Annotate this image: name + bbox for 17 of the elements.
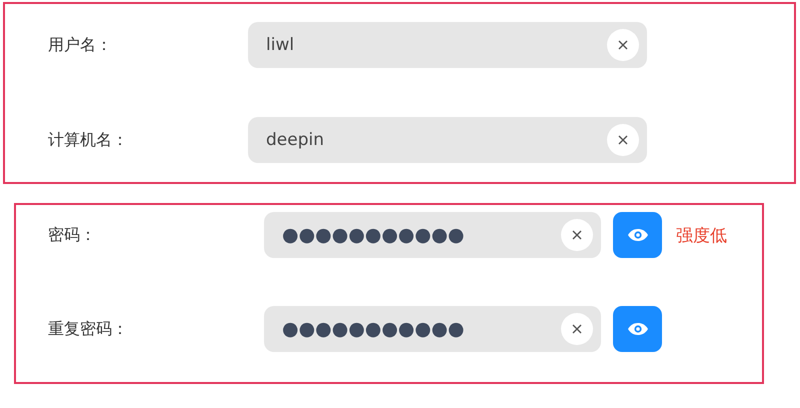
input-field[interactable]: deepin — [248, 117, 647, 163]
field-label: 重复密码： — [48, 318, 129, 340]
input-field[interactable]: liwl — [248, 22, 647, 68]
field-label: 计算机名： — [48, 130, 129, 150]
close-icon — [618, 135, 628, 145]
password-field[interactable]: ●●●●●●●●●●● — [264, 212, 601, 258]
strength-text: 强度低 — [676, 224, 727, 246]
close-icon — [572, 230, 582, 240]
eye-icon — [626, 228, 648, 242]
close-icon — [618, 40, 628, 50]
close-icon — [572, 324, 582, 334]
show-password-button[interactable] — [613, 306, 662, 352]
password-field[interactable]: ●●●●●●●●●●● — [264, 306, 601, 352]
field-label: 密码： — [48, 224, 97, 246]
eye-icon — [626, 322, 648, 336]
field-label: 用户名： — [48, 34, 113, 56]
show-password-button[interactable] — [613, 212, 662, 258]
